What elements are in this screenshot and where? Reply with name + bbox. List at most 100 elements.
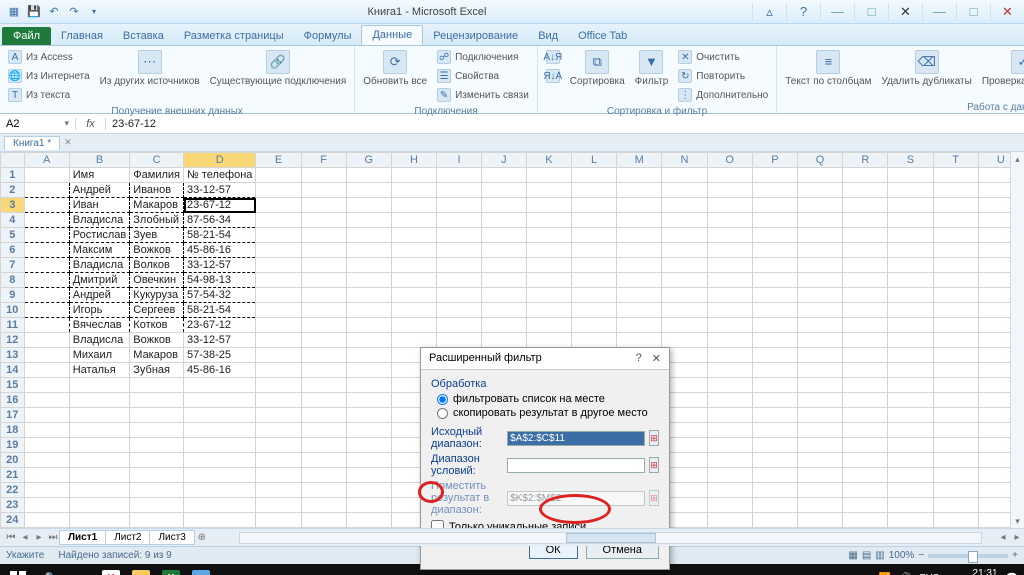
taskbar-app-explorer[interactable]	[126, 567, 156, 575]
cell-M7[interactable]	[617, 258, 662, 273]
cell-H10[interactable]	[391, 303, 436, 318]
cell-F3[interactable]	[301, 198, 346, 213]
cell-G8[interactable]	[346, 273, 391, 288]
tab-formulas[interactable]: Формулы	[294, 27, 362, 45]
cell-H9[interactable]	[391, 288, 436, 303]
cell-N3[interactable]	[662, 198, 707, 213]
cell-O12[interactable]	[707, 333, 752, 348]
cell-T16[interactable]	[933, 393, 978, 408]
refresh-all[interactable]: ⟳Обновить все	[361, 48, 429, 89]
cell-B13[interactable]: Михаил	[69, 348, 130, 363]
cell-B22[interactable]	[69, 483, 130, 498]
cell-F16[interactable]	[301, 393, 346, 408]
cell-C24[interactable]	[130, 513, 184, 528]
horizontal-scrollbar[interactable]	[239, 532, 982, 544]
cell-A23[interactable]	[24, 498, 69, 513]
cell-B6[interactable]: Максим	[69, 243, 130, 258]
cell-S9[interactable]	[888, 288, 933, 303]
cell-B17[interactable]	[69, 408, 130, 423]
cell-P5[interactable]	[752, 228, 797, 243]
window-minimize[interactable]: —	[922, 3, 956, 21]
cell-A20[interactable]	[24, 453, 69, 468]
cell-D23[interactable]	[184, 498, 256, 513]
cell-Q19[interactable]	[797, 438, 842, 453]
cell-I8[interactable]	[437, 273, 482, 288]
cell-I4[interactable]	[437, 213, 482, 228]
cell-D13[interactable]: 57-38-25	[184, 348, 256, 363]
cell-P14[interactable]	[752, 363, 797, 378]
cell-R3[interactable]	[843, 198, 888, 213]
cell-T18[interactable]	[933, 423, 978, 438]
row-header-18[interactable]: 18	[1, 423, 25, 438]
cell-G22[interactable]	[346, 483, 391, 498]
cell-J12[interactable]	[481, 333, 526, 348]
cell-Q24[interactable]	[797, 513, 842, 528]
cell-P10[interactable]	[752, 303, 797, 318]
cell-S2[interactable]	[888, 183, 933, 198]
cell-O20[interactable]	[707, 453, 752, 468]
cell-E6[interactable]	[256, 243, 301, 258]
cell-R19[interactable]	[843, 438, 888, 453]
row-header-20[interactable]: 20	[1, 453, 25, 468]
cell-A9[interactable]	[24, 288, 69, 303]
cell-O16[interactable]	[707, 393, 752, 408]
cell-N5[interactable]	[662, 228, 707, 243]
cell-P18[interactable]	[752, 423, 797, 438]
cell-R4[interactable]	[843, 213, 888, 228]
cell-Q6[interactable]	[797, 243, 842, 258]
cell-N1[interactable]	[662, 168, 707, 183]
cell-K12[interactable]	[526, 333, 571, 348]
cell-F23[interactable]	[301, 498, 346, 513]
cell-L12[interactable]	[572, 333, 617, 348]
cell-K3[interactable]	[526, 198, 571, 213]
cell-Q12[interactable]	[797, 333, 842, 348]
cell-G6[interactable]	[346, 243, 391, 258]
cell-M12[interactable]	[617, 333, 662, 348]
cell-B11[interactable]: Вячеслав	[69, 318, 130, 333]
sheet-tab-1[interactable]: Лист1	[59, 530, 106, 545]
cell-M4[interactable]	[617, 213, 662, 228]
cell-E8[interactable]	[256, 273, 301, 288]
cell-O14[interactable]	[707, 363, 752, 378]
cell-J1[interactable]	[481, 168, 526, 183]
taskbar-app-yandex[interactable]: Y	[96, 567, 126, 575]
cell-H6[interactable]	[391, 243, 436, 258]
cell-L4[interactable]	[572, 213, 617, 228]
cell-O5[interactable]	[707, 228, 752, 243]
row-header-2[interactable]: 2	[1, 183, 25, 198]
text-to-columns[interactable]: ≡Текст по столбцам	[783, 48, 873, 89]
col-header-P[interactable]: P	[752, 153, 797, 168]
cell-C2[interactable]: Иванов	[130, 183, 184, 198]
row-header-11[interactable]: 11	[1, 318, 25, 333]
range-picker-src[interactable]: ⊞	[649, 430, 659, 446]
cell-H4[interactable]	[391, 213, 436, 228]
row-header-21[interactable]: 21	[1, 468, 25, 483]
cell-B21[interactable]	[69, 468, 130, 483]
cell-O17[interactable]	[707, 408, 752, 423]
cell-F13[interactable]	[301, 348, 346, 363]
cell-D17[interactable]	[184, 408, 256, 423]
cell-M8[interactable]	[617, 273, 662, 288]
cell-A7[interactable]	[24, 258, 69, 273]
cell-S20[interactable]	[888, 453, 933, 468]
tab-view[interactable]: Вид	[528, 27, 568, 45]
col-header-S[interactable]: S	[888, 153, 933, 168]
cell-L1[interactable]	[572, 168, 617, 183]
col-header-I[interactable]: I	[437, 153, 482, 168]
cell-D12[interactable]: 33-12-57	[184, 333, 256, 348]
cell-D24[interactable]	[184, 513, 256, 528]
cell-O19[interactable]	[707, 438, 752, 453]
row-header-14[interactable]: 14	[1, 363, 25, 378]
cell-D18[interactable]	[184, 423, 256, 438]
formula-input[interactable]: 23-67-12	[106, 118, 1024, 130]
cell-Q17[interactable]	[797, 408, 842, 423]
cell-D21[interactable]	[184, 468, 256, 483]
cell-D1[interactable]: № телефона	[184, 168, 256, 183]
sort-dialog[interactable]: ⧉Сортировка	[568, 48, 627, 89]
cell-O2[interactable]	[707, 183, 752, 198]
cell-R18[interactable]	[843, 423, 888, 438]
row-header-5[interactable]: 5	[1, 228, 25, 243]
cell-G13[interactable]	[346, 348, 391, 363]
col-header-M[interactable]: M	[617, 153, 662, 168]
cell-E15[interactable]	[256, 378, 301, 393]
